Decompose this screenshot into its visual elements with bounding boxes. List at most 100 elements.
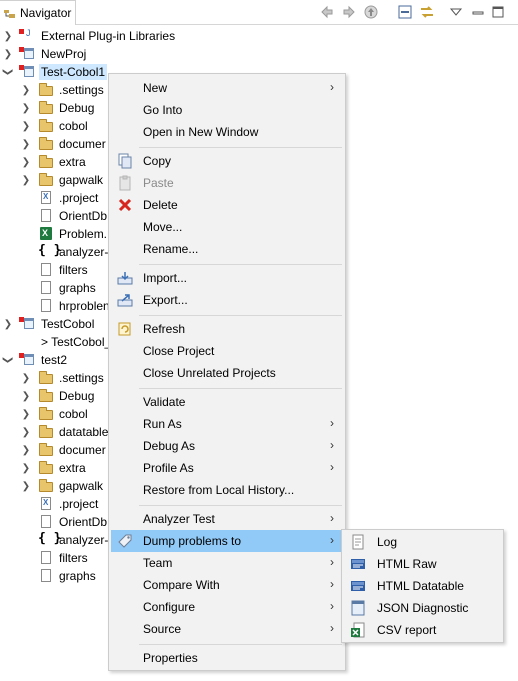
json-file-icon: { }: [38, 243, 62, 258]
submenu-item-json-diagnostic[interactable]: JSON Diagnostic: [344, 597, 501, 619]
menu-item-compare-with[interactable]: Compare With ›: [111, 574, 343, 596]
export-icon: [117, 292, 133, 308]
expand-icon[interactable]: ❯: [21, 135, 31, 153]
menu-item-import[interactable]: Import...: [111, 267, 343, 289]
xml-file-icon: [38, 496, 54, 512]
minimize-icon[interactable]: [470, 5, 486, 19]
submenu-item-csv-report[interactable]: CSV report: [344, 619, 501, 641]
menu-item-label: Analyzer Test: [143, 512, 215, 526]
menu-item-rename[interactable]: Rename...: [111, 238, 343, 260]
menu-item-profile-as[interactable]: Profile As ›: [111, 457, 343, 479]
menu-item-configure[interactable]: Configure ›: [111, 596, 343, 618]
expand-icon[interactable]: ❯: [21, 99, 31, 117]
view-menu-icon[interactable]: [448, 5, 464, 19]
expand-icon[interactable]: ❯: [3, 45, 13, 63]
file-icon: [38, 568, 54, 584]
xml-file-icon: [38, 190, 54, 206]
tree-label: Debug: [59, 389, 95, 403]
submenu-arrow-icon: ›: [330, 577, 334, 591]
menu-separator: [139, 147, 342, 148]
import-icon: [117, 270, 133, 286]
expand-icon[interactable]: ❯: [21, 387, 31, 405]
menu-item-new[interactable]: New ›: [111, 77, 343, 99]
paste-icon: [117, 175, 133, 191]
maximize-icon[interactable]: [490, 5, 506, 19]
tree-label: documer: [59, 443, 106, 457]
back-icon[interactable]: [319, 5, 335, 19]
expand-icon[interactable]: ❯: [3, 27, 13, 45]
expand-icon[interactable]: ❯: [21, 117, 31, 135]
collapse-all-icon[interactable]: [397, 5, 413, 19]
menu-item-restore-from-local-history[interactable]: Restore from Local History...: [111, 479, 343, 501]
submenu-item-html-datatable[interactable]: HTML Datatable: [344, 575, 501, 597]
folder-icon: [38, 478, 54, 494]
menu-item-dump-problems-to[interactable]: Dump problems to ›: [111, 530, 343, 552]
expand-icon[interactable]: ❯: [21, 477, 31, 495]
project-icon: [19, 316, 35, 332]
project-icon: [19, 64, 35, 80]
expand-icon[interactable]: ❯: [21, 459, 31, 477]
tree-label: Debug: [59, 101, 95, 115]
tree-label: hrproblen: [59, 299, 110, 313]
menu-item-label: Import...: [143, 271, 188, 285]
navigator-tab[interactable]: Navigator: [0, 0, 76, 25]
context-menu: New › Go Into Open in New Window Copy Pa…: [108, 73, 346, 671]
menu-item-close-unrelated-projects[interactable]: Close Unrelated Projects: [111, 362, 343, 384]
menu-item-open-in-new-window[interactable]: Open in New Window: [111, 121, 343, 143]
tree-label: External Plug-in Libraries: [41, 29, 176, 43]
expand-icon[interactable]: ❯: [21, 369, 31, 387]
folder-icon: [38, 442, 54, 458]
submenu-arrow-icon: ›: [330, 460, 334, 474]
tree-label: documer: [59, 137, 106, 151]
tree-label: OrientDb: [59, 209, 108, 223]
expand-icon[interactable]: ❯: [3, 315, 13, 333]
submenu-item-html-raw[interactable]: HTML Raw: [344, 553, 501, 575]
collapse-icon[interactable]: ❯: [0, 355, 17, 365]
menu-item-label: Source: [143, 622, 182, 636]
submenu-arrow-icon: ›: [330, 438, 334, 452]
menu-item-run-as[interactable]: Run As ›: [111, 413, 343, 435]
menu-item-label: Close Project: [143, 344, 215, 358]
expand-icon[interactable]: ❯: [21, 81, 31, 99]
expand-icon[interactable]: ❯: [21, 441, 31, 459]
delete-icon: [117, 197, 133, 213]
menu-item-source[interactable]: Source ›: [111, 618, 343, 640]
menu-item-validate[interactable]: Validate: [111, 391, 343, 413]
submenu-item-label: Log: [377, 535, 398, 549]
menu-item-delete[interactable]: Delete: [111, 194, 343, 216]
log-file-icon: [350, 534, 366, 550]
forward-icon[interactable]: [341, 5, 357, 19]
tree-label: cobol: [59, 119, 88, 133]
project-icon: [19, 352, 35, 368]
folder-icon: [38, 100, 54, 116]
folder-icon: [38, 154, 54, 170]
collapse-icon[interactable]: ❯: [0, 67, 17, 77]
submenu-item-log[interactable]: Log: [344, 531, 501, 553]
menu-item-team[interactable]: Team ›: [111, 552, 343, 574]
menu-item-properties[interactable]: Properties: [111, 647, 343, 669]
menu-item-refresh[interactable]: Refresh: [111, 318, 343, 340]
menu-item-export[interactable]: Export...: [111, 289, 343, 311]
tree-label: extra: [59, 155, 86, 169]
menu-item-label: Restore from Local History...: [143, 483, 295, 497]
menu-item-copy[interactable]: Copy: [111, 150, 343, 172]
menu-item-go-into[interactable]: Go Into: [111, 99, 343, 121]
menu-item-debug-as[interactable]: Debug As ›: [111, 435, 343, 457]
tree-label: Test-Cobol1: [39, 64, 108, 80]
html-file-icon: [350, 578, 366, 594]
submenu-arrow-icon: ›: [330, 511, 334, 525]
up-icon[interactable]: [363, 5, 379, 19]
expand-icon[interactable]: ❯: [21, 405, 31, 423]
menu-item-paste[interactable]: Paste: [111, 172, 343, 194]
menu-item-move[interactable]: Move...: [111, 216, 343, 238]
expand-icon[interactable]: ❯: [21, 171, 31, 189]
expand-icon[interactable]: ❯: [21, 153, 31, 171]
link-with-editor-icon[interactable]: [419, 5, 435, 19]
expand-icon[interactable]: ❯: [21, 423, 31, 441]
menu-item-close-project[interactable]: Close Project: [111, 340, 343, 362]
menu-separator: [139, 505, 342, 506]
folder-icon: [38, 460, 54, 476]
menu-item-analyzer-test[interactable]: Analyzer Test ›: [111, 508, 343, 530]
menu-separator: [139, 388, 342, 389]
tree-label: > TestCobol_: [41, 335, 112, 349]
